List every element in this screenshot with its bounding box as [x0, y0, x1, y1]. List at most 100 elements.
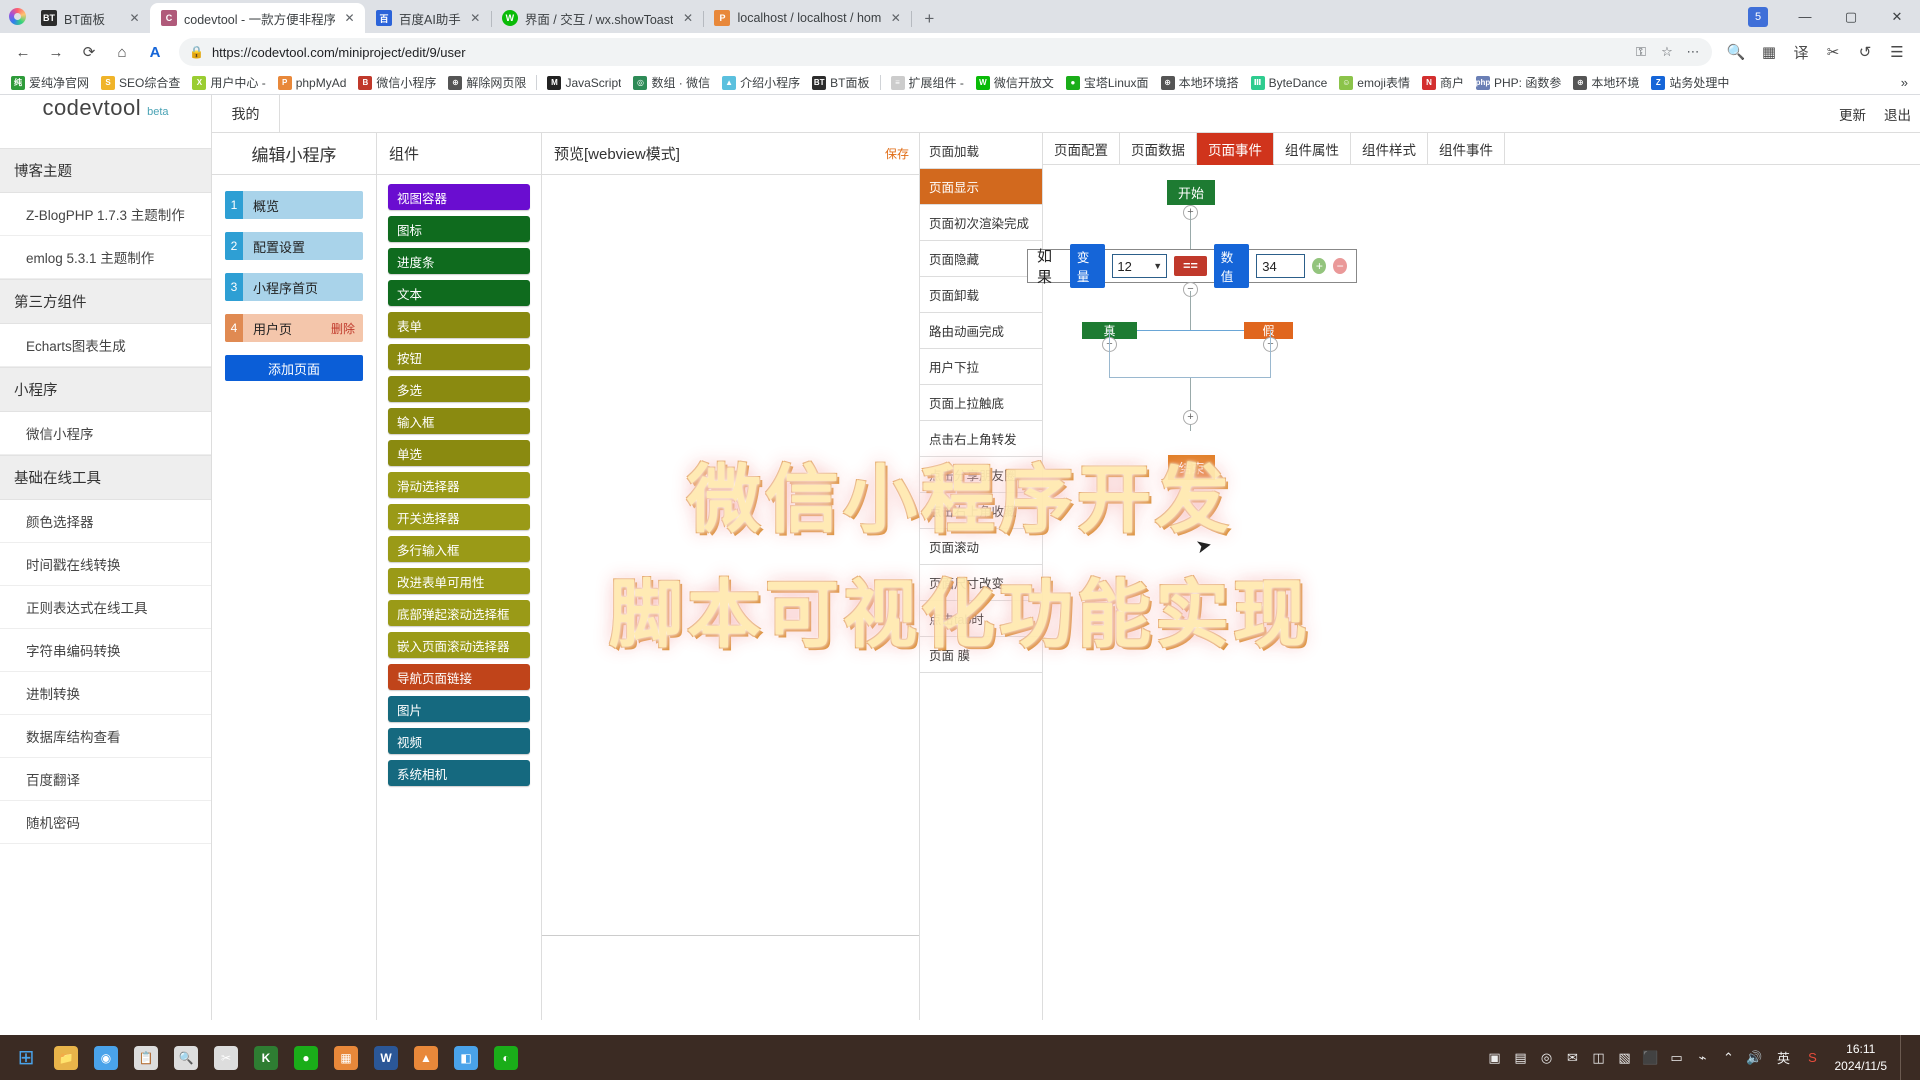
bookmark-item[interactable]: Z 站务处理中 [1646, 72, 1734, 93]
event-list-item[interactable]: 点击右上角收藏 [920, 493, 1042, 529]
event-list-item[interactable]: 点击tab时 [920, 601, 1042, 637]
address-bar[interactable]: 🔒 https://codevtool.com/miniproject/edit… [179, 38, 1712, 66]
bookmark-item[interactable]: BT BT面板 [807, 72, 874, 93]
reload-icon[interactable]: ⟳ [74, 37, 104, 67]
tab-close-icon[interactable]: ✕ [888, 11, 903, 26]
site-logo[interactable]: codevtool beta [0, 95, 211, 148]
taskbar-app-icon[interactable]: 📋 [126, 1038, 166, 1078]
component-button[interactable]: 进度条 [388, 248, 530, 274]
apps-grid-icon[interactable]: ▦ [1754, 37, 1784, 67]
taskbar-app-icon[interactable]: W [366, 1038, 406, 1078]
component-button[interactable]: 多行输入框 [388, 536, 530, 562]
clock[interactable]: 16:11 2024/11/5 [1829, 1041, 1898, 1073]
component-button[interactable]: 底部弹起滚动选择框 [388, 600, 530, 626]
component-button[interactable]: 多选 [388, 376, 530, 402]
page-list-item[interactable]: 4 用户页 删除 [225, 314, 363, 342]
component-button[interactable]: 文本 [388, 280, 530, 306]
bookmark-item[interactable]: S SEO综合查 [96, 72, 185, 93]
bookmark-item[interactable]: 纯爱纯净官网 [6, 72, 94, 93]
sidebar-item-百度翻译[interactable]: 百度翻译 [0, 758, 211, 801]
sidebar-item-emlog[interactable]: emlog 5.3.1 主题制作 [0, 236, 211, 279]
sidebar-item-随机密码[interactable]: 随机密码 [0, 801, 211, 844]
flow-node-end[interactable]: 结束 [1168, 455, 1215, 480]
taskbar-app-icon[interactable]: ◐ [486, 1038, 526, 1078]
taskbar-app-icon[interactable]: 🔍 [166, 1038, 206, 1078]
tray-icon[interactable]: ◫ [1586, 1043, 1612, 1073]
sidebar-item-颜色选择器[interactable]: 颜色选择器 [0, 500, 211, 543]
maximize-button[interactable]: ▢ [1828, 0, 1874, 33]
sogou-icon[interactable]: S [1800, 1043, 1826, 1073]
condition-remove-icon[interactable]: − [1333, 258, 1347, 274]
browser-tab-2-active[interactable]: C codevtool - 一款方便非程序 ✕ [150, 3, 365, 33]
taskbar-app-icon[interactable]: ✂ [206, 1038, 246, 1078]
bookmark-star-icon[interactable]: ☆ [1658, 44, 1676, 60]
taskbar-app-icon[interactable]: ◧ [446, 1038, 486, 1078]
bookmark-item[interactable]: ▲ 介绍小程序 [717, 72, 805, 93]
profile-badge[interactable]: 5 [1748, 6, 1768, 27]
tray-icon[interactable]: ⌃ [1716, 1043, 1742, 1073]
component-button[interactable]: 表单 [388, 312, 530, 338]
component-button[interactable]: 开关选择器 [388, 504, 530, 530]
taskbar-app-icon[interactable]: ▲ [406, 1038, 446, 1078]
forward-icon[interactable]: → [41, 37, 71, 67]
browser-tab-4[interactable]: W 界面 / 交互 / wx.showToast ✕ [491, 3, 705, 33]
condition-operator-chip[interactable]: == [1174, 256, 1207, 276]
tray-icon[interactable]: ✉ [1560, 1043, 1586, 1073]
event-list-item[interactable]: 页面上拉触底 [920, 385, 1042, 421]
search-icon[interactable]: 🔍 [1721, 37, 1751, 67]
event-list-item[interactable]: 页面滚动 [920, 529, 1042, 565]
bookmark-item[interactable]: Ⅲ ByteDance [1246, 74, 1333, 92]
event-list-item[interactable]: 页面尺寸改变 [920, 565, 1042, 601]
tab-close-icon[interactable]: ✕ [127, 11, 142, 26]
condition-right-type-chip[interactable]: 数值 [1213, 244, 1250, 288]
component-button[interactable]: 系统相机 [388, 760, 530, 786]
condition-right-value-input[interactable]: 34 [1256, 254, 1306, 278]
add-node-before-end-icon[interactable]: + [1183, 410, 1198, 425]
home-icon[interactable]: ⌂ [107, 37, 137, 67]
component-button[interactable]: 视频 [388, 728, 530, 754]
page-list-item[interactable]: 3 小程序首页 [225, 273, 363, 301]
close-window-button[interactable]: ✕ [1874, 0, 1920, 33]
start-button-icon[interactable]: ⊞ [6, 1038, 46, 1078]
bookmark-item[interactable]: ☺ emoji表情 [1334, 72, 1415, 93]
sidebar-item-正则表达式在[interactable]: 正则表达式在线工具 [0, 586, 211, 629]
page-list-item[interactable]: 2 配置设置 [225, 232, 363, 260]
bookmark-item[interactable]: ⊕ 本地环境 [1568, 72, 1644, 93]
browser-menu-icon[interactable]: ☰ [1882, 37, 1912, 67]
tray-icon[interactable]: ⌁ [1690, 1043, 1716, 1073]
tray-icon[interactable]: ▭ [1664, 1043, 1690, 1073]
tab-close-icon[interactable]: ✕ [468, 11, 483, 26]
bookmark-item[interactable]: ⊕ 本地环境搭 [1156, 72, 1244, 93]
component-button[interactable]: 滑动选择器 [388, 472, 530, 498]
condition-left-type-chip[interactable]: 变量 [1069, 244, 1106, 288]
flow-node-condition[interactable]: 如果 变量 12 ▼ == 数值 34 + − [1027, 244, 1357, 288]
save-button[interactable]: 保存 [885, 145, 909, 162]
tray-icon[interactable]: 🔊 [1742, 1043, 1768, 1073]
taskbar-app-icon[interactable]: 📁 [46, 1038, 86, 1078]
component-button[interactable]: 输入框 [388, 408, 530, 434]
bookmark-item[interactable]: W 微信开放文 [971, 72, 1059, 93]
bookmark-item[interactable]: X 用户中心 - [187, 72, 270, 93]
translate-icon[interactable]: 译 [1786, 37, 1816, 67]
event-list-item[interactable]: 页面显示 [920, 169, 1042, 205]
more-options-icon[interactable]: ⋯ [1684, 44, 1702, 60]
capture-icon[interactable]: ✂ [1818, 37, 1848, 67]
history-icon[interactable]: ↺ [1850, 37, 1880, 67]
bookmark-item[interactable]: N 商户 [1417, 72, 1469, 93]
bookmark-item[interactable]: ◎ 数组 · 微信 [628, 72, 715, 93]
flow-canvas[interactable]: 开始 + 如果 变量 12 ▼ == 数值 34 + − − 真 假 + + +… [1027, 165, 1920, 1058]
event-list-item[interactable]: 用户下拉 [920, 349, 1042, 385]
back-icon[interactable]: ← [8, 37, 38, 67]
minimize-button[interactable]: — [1782, 0, 1828, 33]
tab-close-icon[interactable]: ✕ [680, 11, 695, 26]
show-desktop-button[interactable] [1900, 1035, 1906, 1080]
component-button[interactable]: 改进表单可用性 [388, 568, 530, 594]
event-list-item[interactable]: 页面卸载 [920, 277, 1042, 313]
sidebar-item-字符串编码转[interactable]: 字符串编码转换 [0, 629, 211, 672]
tray-icon[interactable]: ▣ [1482, 1043, 1508, 1073]
flow-tab-页面事件[interactable]: 页面事件 [1197, 133, 1274, 165]
browser-tab-3[interactable]: 百 百度AI助手 ✕ [365, 3, 492, 33]
bookmark-item[interactable]: B 微信小程序 [353, 72, 441, 93]
preview-canvas[interactable] [542, 175, 919, 936]
flow-tab-页面数据[interactable]: 页面数据 [1120, 133, 1197, 165]
